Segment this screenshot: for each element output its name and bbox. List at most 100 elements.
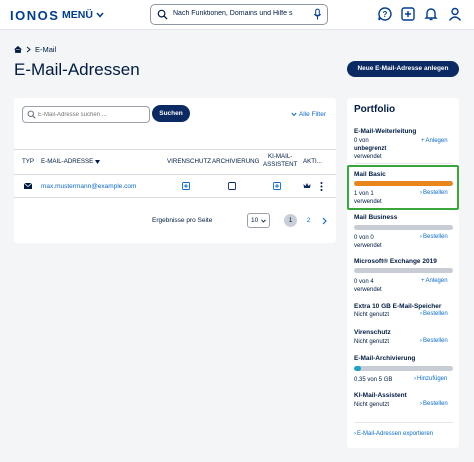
results-per-page-select[interactable]: 10 [247,213,270,228]
chevron-right-icon [26,46,31,53]
chevron-right-icon: › [420,234,422,240]
portfolio-item-usage: Nicht genutzt [354,339,390,345]
page-2-button[interactable]: 2 [302,214,315,227]
column-header-email-label: E-MAIL-ADRESSE [41,158,94,165]
portfolio-item-usage: Nicht genutzt [354,312,390,318]
portfolio-item-name: E-Mail-Weiterleitung [354,128,417,135]
add-archiving-link[interactable]: › Hinzufügen [414,376,447,382]
all-filters-link[interactable]: Alle Filter [291,111,326,118]
home-icon[interactable] [14,46,22,53]
chevron-right-icon[interactable] [322,217,327,225]
export-email-addresses-link[interactable]: › E-Mail-Adressen exportieren [354,431,433,437]
email-search-input[interactable] [38,109,146,120]
portfolio-item-usage-suffix: verwendet [354,287,382,293]
archiving-checkbox[interactable] [228,182,236,190]
search-text: Nach Funktionen, Domains und Hilfe s [173,10,293,17]
user-icon[interactable] [447,6,463,22]
create-exchange-link[interactable]: + Anlegen [421,278,448,284]
add-ai-assistant-icon[interactable] [273,182,281,190]
usage-bar-fill [354,366,361,371]
portfolio-title: Portfolio [354,104,396,115]
table-divider [14,174,336,175]
email-search-field[interactable] [22,106,150,123]
link-label: Bestellen [423,234,448,240]
link-label: Bestellen [423,401,448,407]
portfolio-item-usage-suffix: verwendet [354,243,382,249]
link-label: Anlegen [425,278,448,284]
portfolio-item-usage: 0 von 4 [354,279,374,285]
more-actions-icon[interactable] [320,182,323,191]
add-virus-protection-icon[interactable] [182,182,190,190]
link-label: E-Mail-Adressen exportieren [357,431,434,437]
usage-bar [354,225,453,230]
portfolio-item-name: KI-Mail-Assistent [354,392,407,399]
menu-label: MENÜ [62,9,93,21]
link-label: Bestellen [423,311,448,317]
portfolio-item-name: Mail Business [354,214,398,221]
plus-icon: + [421,138,425,144]
new-email-address-button[interactable]: Neue E-Mail-Adresse anlegen [347,61,459,77]
chevron-right-icon: › [414,376,416,382]
chevron-right-icon: › [354,431,356,437]
table-divider [14,197,336,198]
portfolio-divider [354,422,453,423]
column-header-virus-protection: VIRENSCHUTZ [167,158,212,165]
usage-bar [354,268,453,273]
portfolio-item-usage: Nicht genutzt [354,402,390,408]
column-header-type: TYP [22,158,35,165]
envelope-icon [24,183,32,189]
page-1-button[interactable]: 1 [284,214,297,227]
breadcrumb: E-Mail [14,45,56,54]
column-header-email[interactable]: E-MAIL-ADRESSE [41,158,101,165]
crown-icon[interactable] [303,182,311,189]
sort-down-icon [95,159,101,164]
order-ai-assistant-link[interactable]: › Bestellen [420,401,448,407]
create-forwarding-link[interactable]: + Anlegen [421,138,448,144]
portfolio-item-usage: 0 von 0 [354,235,374,241]
bell-icon[interactable] [423,6,439,22]
svg-text:?: ? [383,10,388,19]
chevron-right-icon: › [420,401,422,407]
portfolio-item-usage-bold: unbegrenzt [354,146,387,152]
menu-button[interactable]: MENÜ [62,9,104,21]
highlight-box [347,165,459,210]
column-header-ai-assistant-line2: ASSISTENT [263,161,298,168]
chevron-down-icon [261,219,266,223]
chevron-right-icon: › [420,338,422,344]
results-per-page-label: Ergebnisse pro Seite [152,217,213,224]
add-icon[interactable] [400,6,416,22]
breadcrumb-item-email[interactable]: E-Mail [35,45,56,54]
ionos-logo[interactable]: IONOS [10,8,59,23]
portfolio-item-usage: 0 von [354,138,369,144]
column-header-archiving: ARCHIVIERUNG [212,158,260,165]
global-search-input[interactable]: Nach Funktionen, Domains und Hilfe s [150,4,328,25]
portfolio-item-name: Microsoft® Exchange 2019 [354,258,437,265]
all-filters-label: Alle Filter [298,111,326,118]
link-label: Anlegen [425,138,448,144]
page-title: E-Mail-Adressen [14,60,140,79]
email-address-link[interactable]: max.mustermann@example.com [41,183,136,190]
order-mail-business-link[interactable]: › Bestellen [420,234,448,240]
search-icon [157,9,168,20]
link-label: Bestellen [423,338,448,344]
column-header-ai-assistant: KI-MAIL- ASSISTENT [263,153,297,169]
portfolio-item-name: Extra 10 GB E-Mail-Speicher [354,303,442,310]
chevron-down-icon [96,12,104,18]
order-extra-storage-link[interactable]: › Bestellen [420,311,448,317]
table-divider [14,149,336,150]
column-header-actions: AKTI... [303,158,322,165]
portfolio-divider [354,163,453,164]
help-chat-icon[interactable]: ? [377,6,393,22]
portfolio-item-name: E-Mail-Archivierung [354,355,416,362]
column-header-ai-assistant-line1: KI-MAIL- [267,153,293,160]
results-per-page-value: 10 [251,217,259,224]
portfolio-item-name: Virenschutz [354,329,391,336]
search-icon [27,110,36,119]
portfolio-item-usage-suffix: verwendet [354,154,382,160]
search-button[interactable]: Suchen [152,105,190,122]
order-virus-protection-link[interactable]: › Bestellen [420,338,448,344]
chevron-right-icon: › [420,311,422,317]
plus-icon: + [421,278,425,284]
top-bar: IONOS MENÜ Nach Funktionen, Domains und … [0,0,474,30]
microphone-icon[interactable] [313,8,322,21]
